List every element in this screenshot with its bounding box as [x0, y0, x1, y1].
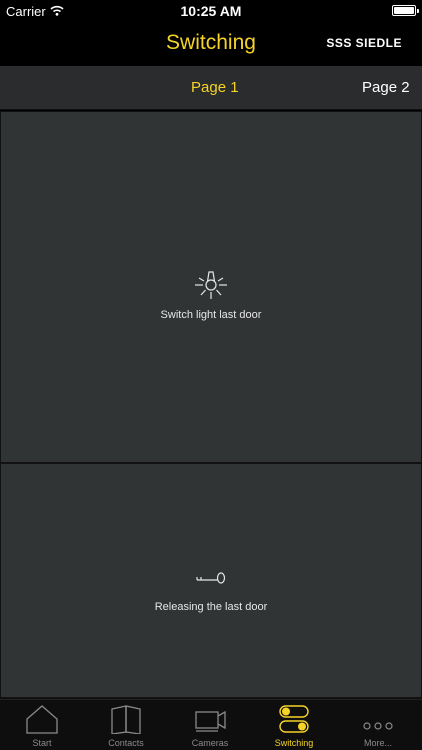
tab-label: Cameras — [191, 738, 229, 748]
tab-switching[interactable]: Switching — [252, 700, 336, 750]
tab-more[interactable]: More... — [336, 700, 420, 750]
switch-icon — [252, 704, 336, 734]
door-release-tile[interactable]: Releasing the last door — [1, 464, 421, 697]
brand-logo: SSS SIEDLE — [326, 36, 402, 50]
tile-label: Releasing the last door — [154, 601, 268, 613]
tab-label: Contacts — [108, 738, 144, 748]
lightbulb-icon — [1, 270, 421, 300]
page-tabs: Page 1 Page 2 — [0, 66, 422, 110]
tab-label: Switching — [274, 738, 314, 748]
door-key-icon — [1, 571, 421, 585]
tab-cameras[interactable]: Cameras — [168, 700, 252, 750]
book-icon — [84, 704, 168, 734]
house-icon — [0, 704, 84, 734]
tile-label: Switch light last door — [160, 309, 262, 321]
battery-icon — [392, 5, 419, 16]
tab-start[interactable]: Start — [0, 700, 84, 750]
tab-bar: Start Contacts Cameras Switching More... — [0, 699, 422, 750]
tab-label: More... — [363, 738, 392, 748]
switch-grid: Switch light last door Releasing the las… — [0, 111, 422, 699]
more-icon — [336, 704, 420, 734]
tab-label: Start — [32, 738, 52, 748]
tab-contacts[interactable]: Contacts — [84, 700, 168, 750]
status-time: 10:25 AM — [180, 3, 242, 19]
nav-bar: Switching SSS SIEDLE — [0, 22, 422, 66]
switch-light-tile[interactable]: Switch light last door — [1, 112, 421, 462]
tab-page-1[interactable]: Page 1 — [191, 79, 239, 96]
tab-page-2[interactable]: Page 2 — [362, 79, 410, 96]
status-bar: Carrier 10:25 AM — [0, 0, 422, 22]
camera-icon — [168, 704, 252, 734]
